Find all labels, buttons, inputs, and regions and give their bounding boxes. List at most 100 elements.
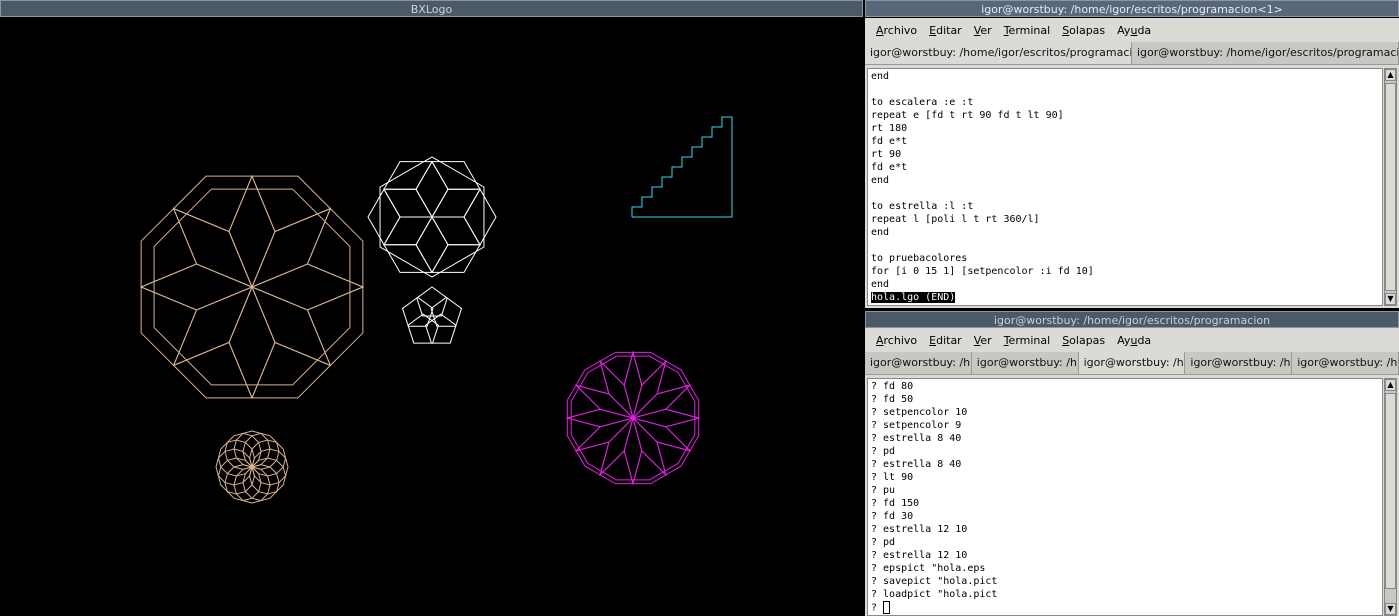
scroll-thumb[interactable] [1385, 393, 1396, 589]
terminal-line: end [871, 71, 890, 82]
tan-octagram-rim-segment [306, 286, 364, 367]
terminal-line: ? fd 150 [871, 498, 920, 509]
terminal2-menubar: Archivo Editar Ver Terminal Solapas Ayuda [865, 328, 1399, 352]
scroll-up-icon[interactable]: ▲ [1385, 379, 1396, 391]
menu-item-terminal[interactable]: Terminal [999, 332, 1056, 349]
menu-item-ayuda[interactable]: Ayuda [1112, 22, 1156, 39]
terminal1-scrollbar[interactable]: ▲ ▼ [1384, 68, 1397, 306]
prompt-text: ? [871, 602, 884, 614]
menu-label-part: ditar [936, 23, 962, 37]
menu-label-part: olapas [1069, 333, 1106, 347]
terminal-line: to escalera :e :t [871, 97, 974, 108]
logo-drawing-canvas[interactable] [0, 18, 862, 616]
magenta-rosette-rim-segment [656, 441, 691, 476]
terminal2-scrollbar[interactable]: ▲ ▼ [1384, 378, 1397, 616]
text-cursor [883, 601, 891, 614]
menu-label-part: er [980, 333, 992, 347]
menu-mnemonic: A [876, 333, 884, 347]
magenta-rosette-rhombus [623, 416, 643, 486]
scroll-down-icon[interactable]: ▼ [1385, 293, 1396, 305]
terminal1-tabs: igor@worstbuy: /home/igor/escritos/progr… [865, 42, 1399, 65]
terminal-line: ? loadpict "hola.pict [871, 589, 998, 600]
menu-item-editar[interactable]: Editar [924, 332, 967, 349]
tan-octagram-rhombus [251, 286, 332, 367]
tab-terminal[interactable]: igor@worstbuy: /h... [1078, 352, 1186, 374]
terminal-line: rt 180 [871, 123, 908, 134]
menu-item-ver[interactable]: Ver [969, 22, 997, 39]
terminal-line: end [871, 279, 890, 290]
scroll-down-icon[interactable]: ▼ [1385, 603, 1396, 615]
menu-label-part: erminal [1008, 23, 1051, 37]
menu-item-solapas[interactable]: Solapas [1057, 332, 1110, 349]
white-hex-star-rim-segment [431, 244, 481, 273]
terminal-line: ? fd 50 [871, 394, 914, 405]
terminal-line: ? lt 90 [871, 472, 914, 483]
tab-terminal[interactable]: igor@worstbuy: /h... [865, 352, 972, 374]
white-hex-star-rhombus [383, 216, 433, 246]
menu-item-solapas[interactable]: Solapas [1057, 22, 1110, 39]
tab-terminal[interactable]: igor@worstbuy: /home/igor/escritos/progr… [1132, 42, 1399, 64]
menu-label-part: Ay [1117, 333, 1131, 347]
menu-label-part: olapas [1069, 23, 1106, 37]
terminal2-title: igor@worstbuy: /home/igor/escritos/progr… [993, 314, 1271, 327]
menu-label-part: erminal [1008, 333, 1051, 347]
terminal-line: repeat e [fd t rt 90 fd t lt 90] [871, 110, 1064, 121]
terminal1-titlebar[interactable]: igor@worstbuy: /home/igor/escritos/progr… [865, 0, 1399, 17]
menu-label-part: da [1137, 23, 1152, 37]
terminal1-output[interactable]: end to escalera :e :t repeat e [fd t rt 90… [867, 68, 1383, 306]
menu-item-ayuda[interactable]: Ayuda [1112, 332, 1156, 349]
terminal2-window: Archivo Editar Ver Terminal Solapas Ayuda igo… [865, 328, 1399, 616]
terminal2-titlebar[interactable]: igor@worstbuy: /home/igor/escritos/progr… [865, 311, 1399, 328]
tan-octagram-rhombus [251, 207, 332, 288]
logo-window-titlebar[interactable]: BXLogo [0, 0, 863, 17]
terminal-line: rt 90 [871, 149, 902, 160]
terminal2-output[interactable]: ? fd 80 ? fd 50 ? setpencolor 10 ? setpenco… [867, 378, 1383, 616]
command-prompt[interactable]: ? [871, 601, 1379, 614]
tab-terminal[interactable]: igor@worstbuy: /home/igor/escritos/progr… [865, 42, 1132, 64]
white-hex-star-rim-segment [431, 161, 481, 190]
menu-item-terminal[interactable]: Terminal [999, 22, 1056, 39]
tan-octagram-rhombus [172, 207, 253, 288]
terminal-line: end [871, 227, 890, 238]
menu-item-ver[interactable]: Ver [969, 332, 997, 349]
menu-item-archivo[interactable]: Archivo [871, 22, 922, 39]
terminal-line: ? estrella 12 10 [871, 524, 968, 535]
magenta-rosette-rhombus [623, 350, 643, 420]
tab-terminal[interactable]: igor@worstbuy: /h... [971, 352, 1079, 374]
terminal-line: ? estrella 8 40 [871, 459, 962, 470]
terminal-line: fd e*t [871, 162, 908, 173]
terminal-line: ? epspict "hola.eps [871, 563, 986, 574]
tan-octagram-rim-segment [172, 175, 253, 233]
tab-terminal[interactable]: igor@worstbuy: /h... [1185, 352, 1293, 374]
terminal-line: ? pd [871, 446, 896, 457]
terminal-line: to pruebacolores [871, 253, 968, 264]
pager-status: hola.lgo (END) [871, 292, 956, 303]
cyan-staircase [631, 116, 733, 218]
menu-label-part: rchivo [883, 333, 918, 347]
white-hex-star-rhombus [415, 160, 449, 219]
tan-octagram [139, 174, 365, 400]
scroll-up-icon[interactable]: ▲ [1385, 69, 1396, 81]
terminal-line: repeat l [poli l t rt 360/l] [871, 214, 1040, 225]
white-hex-star-rim-segment [383, 244, 433, 273]
menu-item-archivo[interactable]: Archivo [871, 332, 922, 349]
terminal-line: ? fd 80 [871, 381, 914, 392]
white-hex-star [367, 160, 497, 274]
logo-window-title: BXLogo [410, 3, 453, 16]
terminal-line: ? setpencolor 9 [871, 420, 962, 431]
menu-item-editar[interactable]: Editar [924, 22, 967, 39]
terminal1-window: Archivo Editar Ver Terminal Solapas Ayuda igo… [865, 18, 1399, 308]
menu-label-part: da [1137, 333, 1152, 347]
white-hex-star-rhombus [431, 188, 481, 218]
terminal-line: fd e*t [871, 136, 908, 147]
terminal-line: end [871, 175, 890, 186]
menu-mnemonic: A [876, 23, 884, 37]
tab-terminal[interactable]: igor@worstbuy: /h... [1292, 352, 1399, 374]
scroll-thumb[interactable] [1385, 83, 1396, 291]
tan-octagram-rhombus [228, 174, 276, 289]
terminal-line: for [i 0 15 1] [setpencolor :i fd 10] [871, 266, 1094, 277]
terminal-line: ? pu [871, 485, 896, 496]
menu-label-part: rchivo [883, 23, 918, 37]
